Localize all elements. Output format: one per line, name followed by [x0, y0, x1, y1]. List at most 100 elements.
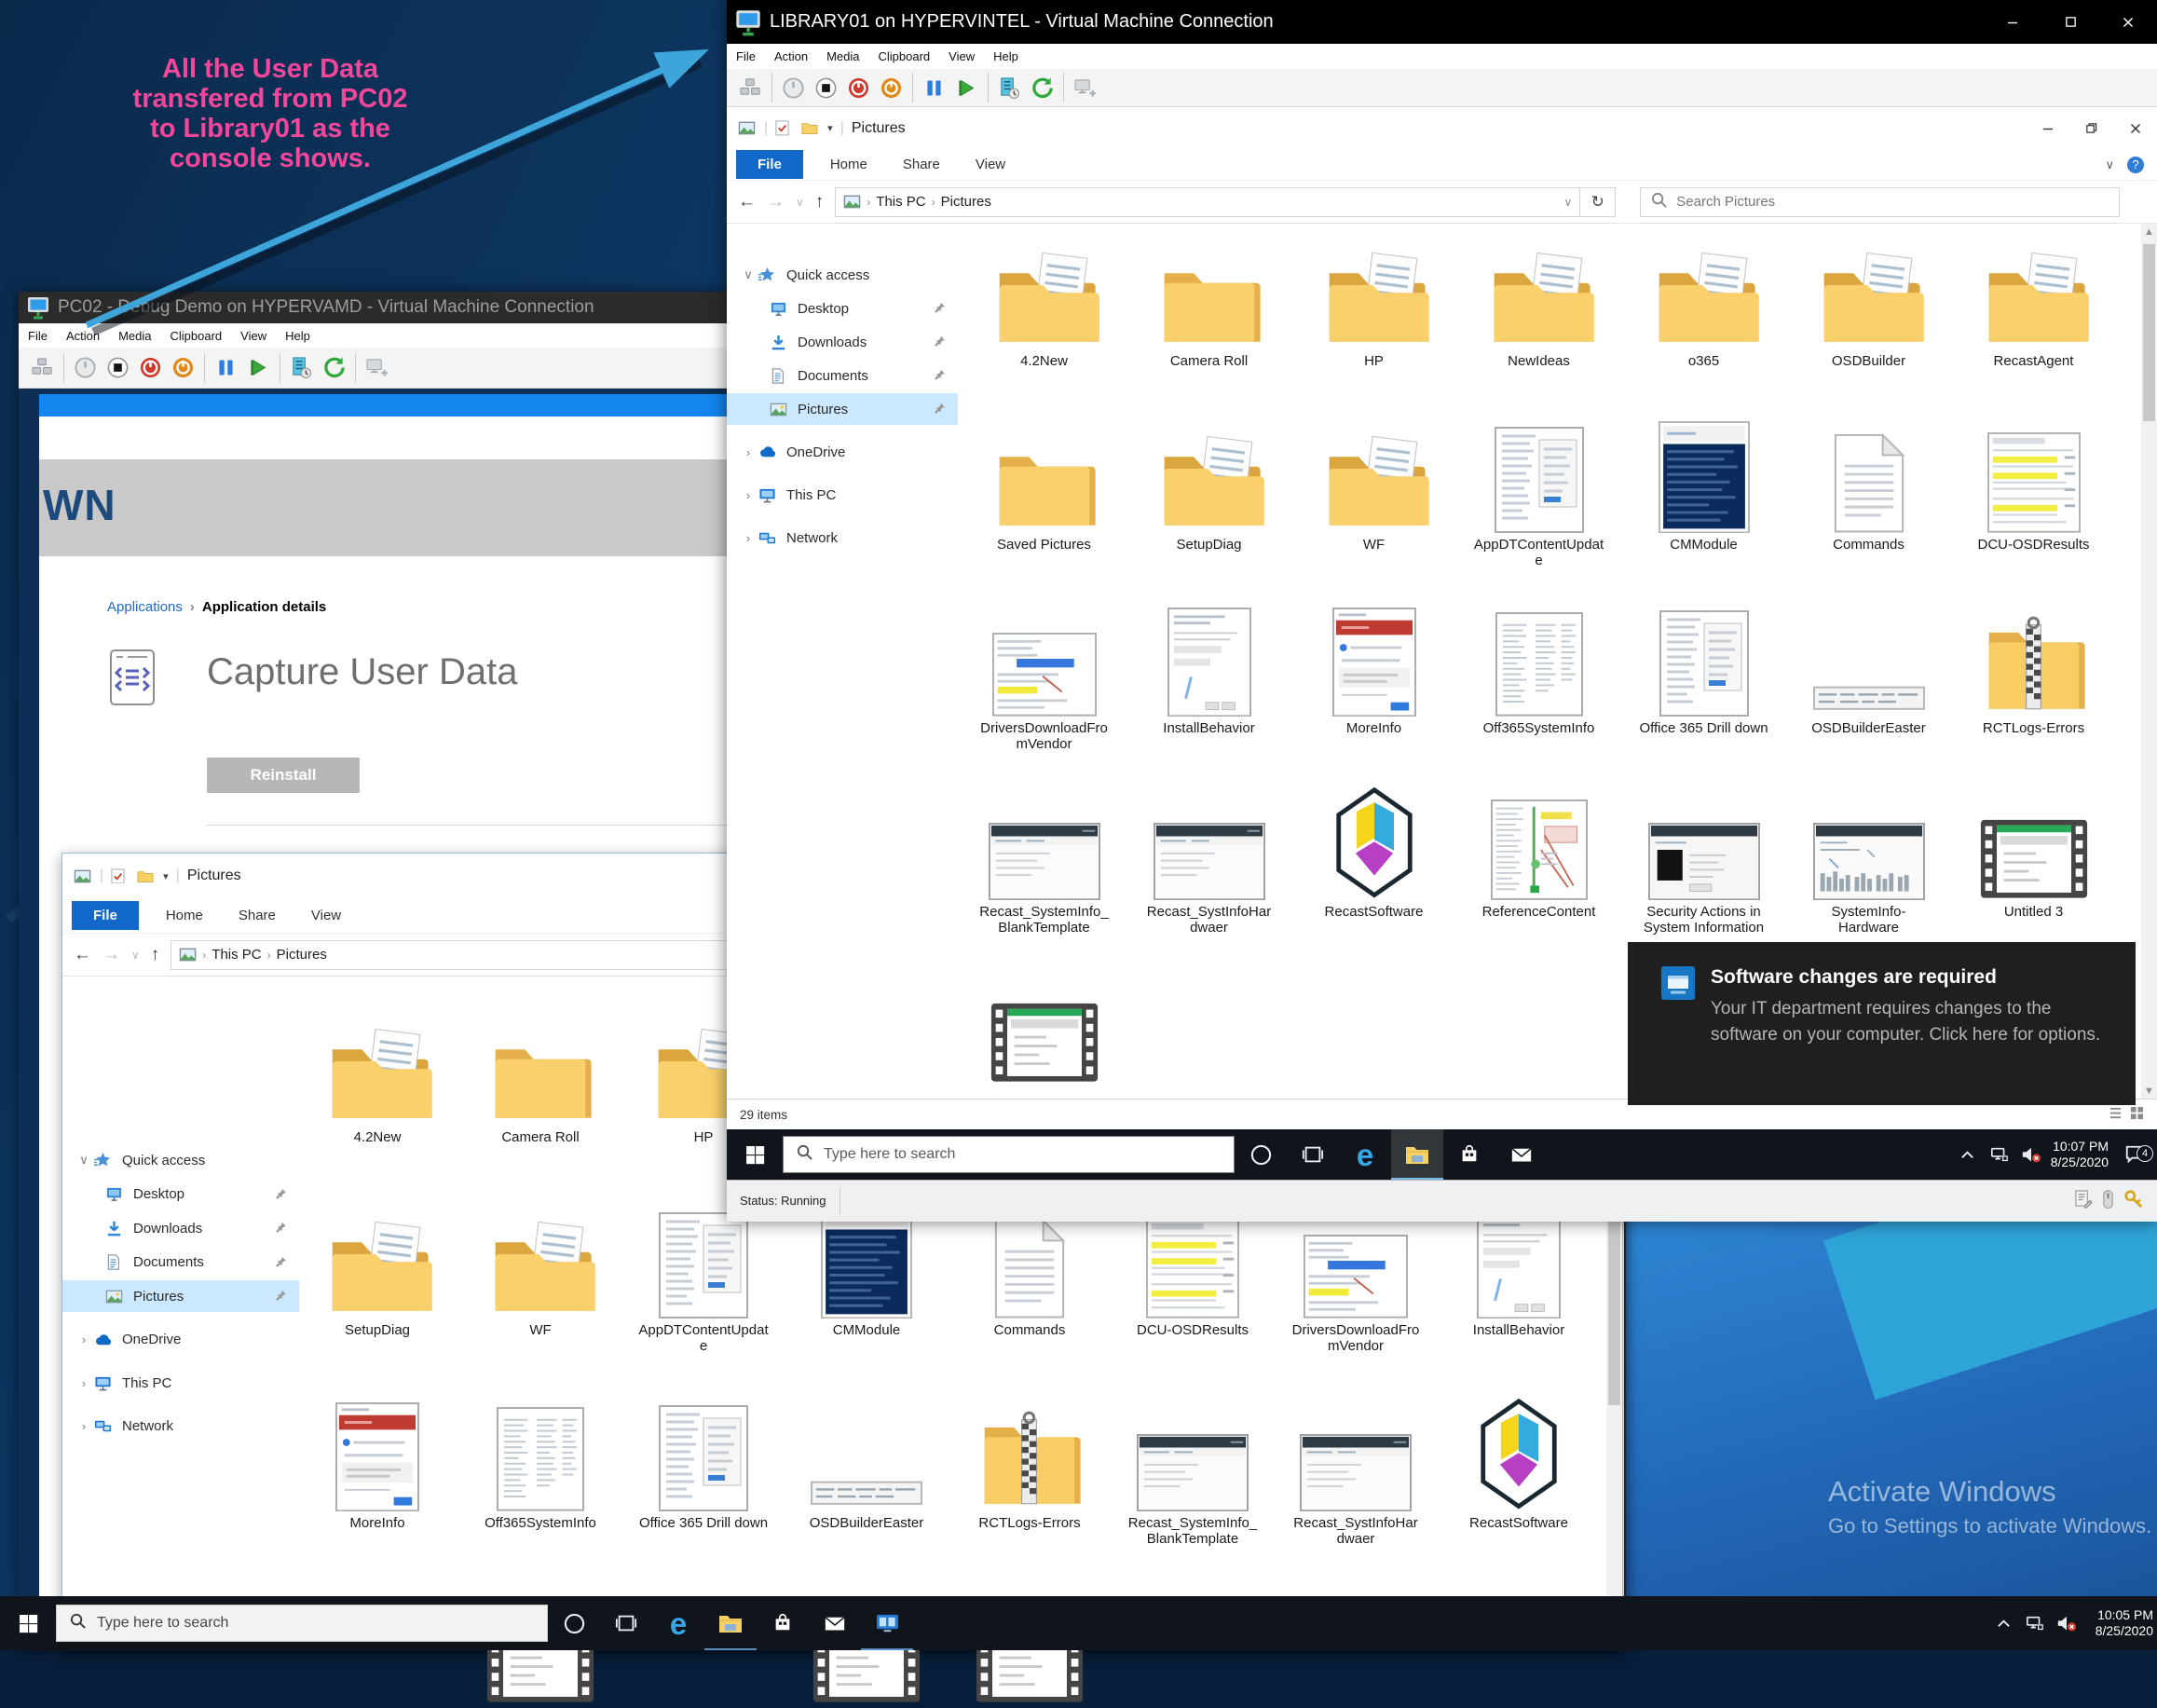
taskbar-clock[interactable]: 10:07 PM8/25/2020 [2051, 1139, 2109, 1170]
volume-muted-icon[interactable] [2055, 1611, 2079, 1635]
file-item[interactable]: RCTLogs-Errors [951, 1388, 1108, 1531]
menu-item-media[interactable]: Media [817, 45, 868, 68]
enhanced-session-button[interactable] [361, 351, 393, 385]
expand-icon[interactable]: › [738, 531, 758, 545]
nav-buttons[interactable]: ←→∨↑ [727, 192, 835, 212]
address-dropdown-icon[interactable]: ∨ [1564, 196, 1573, 209]
file-item[interactable]: Office 365 Drill down [1621, 594, 1786, 777]
chevron-up-icon[interactable] [1991, 1611, 2015, 1635]
help-icon[interactable]: ? [2127, 157, 2144, 173]
sidebar-item-downloads[interactable]: Downloads [62, 1212, 299, 1244]
menu-item-media[interactable]: Media [109, 324, 160, 348]
qat-dropdown-icon[interactable]: ▾ [827, 122, 833, 134]
taskbar-mail-button[interactable] [1495, 1129, 1548, 1180]
file-item[interactable]: RecastSoftware [1440, 1388, 1597, 1531]
file-item[interactable]: DriversDownloadFromVendor [962, 594, 1126, 777]
file-item[interactable]: Recast_SystInfoHardwaer [1126, 777, 1291, 961]
file-item[interactable]: Untitled 3 [1951, 777, 2116, 961]
minimize-button[interactable] [1984, 0, 2041, 44]
taskbar-task-view-button[interactable] [1287, 1129, 1339, 1180]
taskbar-search-input[interactable]: Type here to search [783, 1136, 1235, 1173]
chevron-up-icon[interactable] [1956, 1142, 1980, 1167]
toast-notification[interactable]: Software changes are required Your IT de… [1628, 942, 2136, 1105]
crumb-this-pc[interactable]: This PC [212, 947, 261, 963]
file-item[interactable]: CMModule [1621, 410, 1786, 594]
sidebar-item-documents[interactable]: Documents [727, 360, 958, 391]
restore-button[interactable] [2069, 107, 2113, 149]
power-button[interactable] [69, 351, 102, 385]
sidebar-item-network[interactable]: ›Network [62, 1411, 299, 1442]
file-item[interactable]: ReferenceContent [1456, 777, 1621, 961]
menu-item-action[interactable]: Action [765, 45, 817, 68]
file-item[interactable]: o365 [1621, 226, 1786, 410]
ctrl-alt-del-button[interactable] [26, 351, 59, 385]
sidebar-item-onedrive[interactable]: ›OneDrive [62, 1324, 299, 1356]
file-item[interactable]: Recast_SystemInfo_BlankTemplate [962, 777, 1126, 961]
ctrl-alt-del-button[interactable] [734, 71, 767, 104]
taskbar-file-explorer-button[interactable] [704, 1596, 757, 1650]
taskbar-store-button[interactable] [757, 1596, 809, 1650]
explorer-window-icon[interactable] [738, 119, 757, 138]
taskbar-clock[interactable]: 10:05 PM8/25/2020 [2086, 1607, 2153, 1639]
pause-button[interactable] [918, 71, 950, 104]
pause-button[interactable] [210, 351, 242, 385]
breadcrumb-applications-link[interactable]: Applications [107, 599, 183, 615]
turn-off-button[interactable] [134, 351, 167, 385]
file-item[interactable]: Saved Pictures [962, 410, 1126, 594]
menu-item-action[interactable]: Action [57, 324, 109, 348]
file-item[interactable]: OSDBuilderEaster [788, 1388, 945, 1531]
expand-icon[interactable]: › [74, 1376, 94, 1390]
file-item[interactable]: SetupDiag [1126, 410, 1291, 594]
menu-item-view[interactable]: View [939, 45, 984, 68]
ribbon-expand-icon[interactable]: ∨ [2105, 157, 2114, 172]
file-item[interactable]: AppDTContentUpdate [1456, 410, 1621, 594]
view-thumbnails-icon[interactable] [2130, 1106, 2144, 1123]
explorer-window-icon[interactable] [74, 867, 92, 885]
sidebar-item-this-pc[interactable]: ›This PC [62, 1367, 299, 1399]
file-item[interactable]: DCU-OSDResults [1951, 410, 2116, 594]
file-item[interactable]: OSDBuilder [1786, 226, 1951, 410]
file-item[interactable]: Commands [1786, 410, 1951, 594]
tab-share[interactable]: Share [221, 901, 294, 930]
view-list-icon[interactable] [2109, 1106, 2123, 1123]
taskbar-store-button[interactable] [1443, 1129, 1495, 1180]
collapse-icon[interactable]: ∨ [74, 1153, 94, 1168]
taskbar-edge-button[interactable]: e [1339, 1129, 1391, 1180]
taskbar-file-explorer-button[interactable] [1391, 1129, 1443, 1180]
check-doc-icon[interactable] [775, 119, 794, 138]
tab-share[interactable]: Share [885, 150, 958, 179]
taskbar-task-view-button[interactable] [600, 1596, 652, 1650]
search-box[interactable]: Search Pictures [1640, 187, 2120, 217]
file-item[interactable]: HP [1291, 226, 1456, 410]
menu-item-clipboard[interactable]: Clipboard [161, 324, 232, 348]
file-item[interactable]: WF [462, 1196, 619, 1338]
checkpoint-button[interactable] [285, 351, 318, 385]
folder-small-icon[interactable] [137, 867, 156, 885]
tab-home[interactable]: Home [148, 901, 221, 930]
menu-item-clipboard[interactable]: Clipboard [869, 45, 940, 68]
volume-muted-icon[interactable] [2019, 1142, 2043, 1167]
taskbar-hyper-v-button[interactable] [861, 1596, 913, 1650]
file-item[interactable]: MoreInfo [299, 1388, 456, 1531]
stop-button[interactable] [102, 351, 134, 385]
turn-off-button[interactable] [842, 71, 875, 104]
nav-buttons[interactable]: ←→∨↑ [62, 945, 171, 965]
revert-button[interactable] [318, 351, 350, 385]
reinstall-button[interactable]: Reinstall [207, 758, 360, 793]
menu-item-view[interactable]: View [231, 324, 276, 348]
close-button[interactable] [2113, 107, 2157, 149]
file-item[interactable]: 4.2New [962, 226, 1126, 410]
file-item[interactable]: RecastSoftware [1291, 777, 1456, 961]
file-item[interactable]: InstallBehavior [1126, 594, 1291, 777]
shutdown-button[interactable] [167, 351, 199, 385]
action-center-icon[interactable]: 4 [2116, 1142, 2153, 1167]
minimize-button[interactable] [2026, 107, 2069, 149]
taskbar-mail-button[interactable] [809, 1596, 861, 1650]
file-item[interactable]: 4.2New [299, 1003, 456, 1145]
file-item[interactable]: NewIdeas [1456, 226, 1621, 410]
tab-file[interactable]: File [72, 901, 139, 930]
check-doc-icon[interactable] [111, 867, 130, 885]
sidebar-item-pictures[interactable]: Pictures [727, 393, 958, 425]
tab-file[interactable]: File [736, 150, 803, 179]
resume-button[interactable] [242, 351, 275, 385]
